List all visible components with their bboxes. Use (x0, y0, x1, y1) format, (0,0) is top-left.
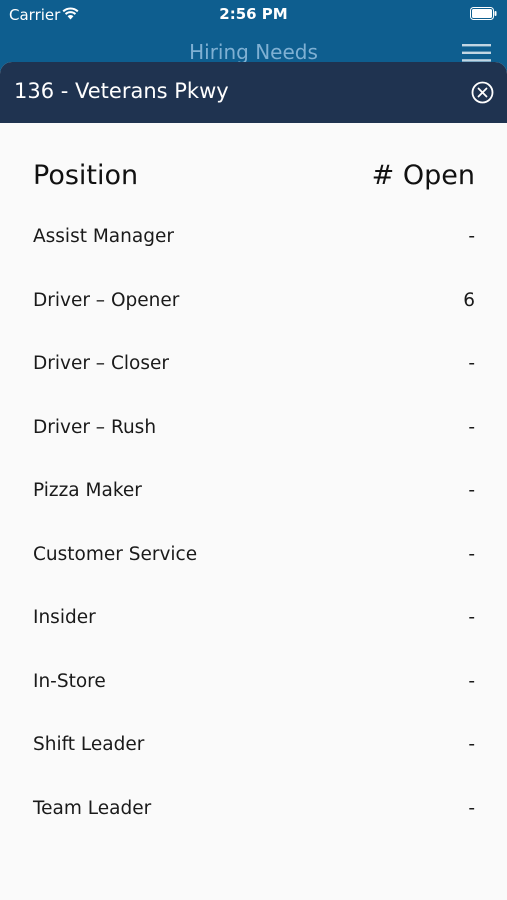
close-circle-icon[interactable] (471, 81, 494, 104)
row-position: In-Store (33, 670, 106, 692)
open-count-column-header: # Open (371, 160, 475, 191)
row-position: Driver – Opener (33, 289, 180, 311)
row-open-count: - (468, 353, 475, 374)
table-row: Shift Leader - (33, 734, 475, 798)
battery-icon (470, 7, 497, 20)
hiring-needs-sheet: 136 - Veterans Pkwy Position # Open Assi… (0, 62, 507, 900)
sheet-header: 136 - Veterans Pkwy (0, 62, 507, 123)
positions-list: Assist Manager - Driver – Opener 6 Drive… (33, 226, 475, 861)
table-row: Team Leader - (33, 798, 475, 862)
table-row: Driver – Opener 6 (33, 290, 475, 354)
row-position: Pizza Maker (33, 480, 142, 501)
table-row: Driver – Closer - (33, 353, 475, 417)
row-open-count: - (468, 416, 475, 438)
table-row: Insider - (33, 607, 475, 671)
status-bar: Carrier 2:56 PM (0, 0, 507, 30)
row-open-count: - (468, 226, 475, 247)
row-position: Shift Leader (33, 734, 145, 755)
row-position: Team Leader (33, 797, 152, 819)
row-position: Driver – Rush (33, 416, 157, 438)
table-row: Assist Manager - (33, 226, 475, 290)
row-position: Driver – Closer (33, 353, 169, 374)
table-row: Pizza Maker - (33, 480, 475, 544)
table-row: Driver – Rush - (33, 417, 475, 481)
row-open-count: 6 (463, 289, 475, 311)
table-row: In-Store - (33, 671, 475, 735)
row-open-count: - (468, 480, 475, 501)
row-open-count: - (468, 797, 475, 819)
row-position: Insider (33, 607, 96, 628)
hamburger-menu-icon[interactable] (462, 44, 491, 62)
nav-title: Hiring Needs (189, 40, 318, 64)
row-open-count: - (468, 543, 475, 565)
row-open-count: - (468, 670, 475, 692)
row-open-count: - (468, 607, 475, 628)
row-open-count: - (468, 734, 475, 755)
store-title: 136 - Veterans Pkwy (14, 79, 229, 103)
row-position: Assist Manager (33, 226, 174, 247)
row-position: Customer Service (33, 543, 198, 565)
status-time: 2:56 PM (219, 5, 288, 23)
position-column-header: Position (33, 160, 139, 191)
table-row: Customer Service - (33, 544, 475, 608)
table-header: Position # Open (33, 160, 475, 196)
